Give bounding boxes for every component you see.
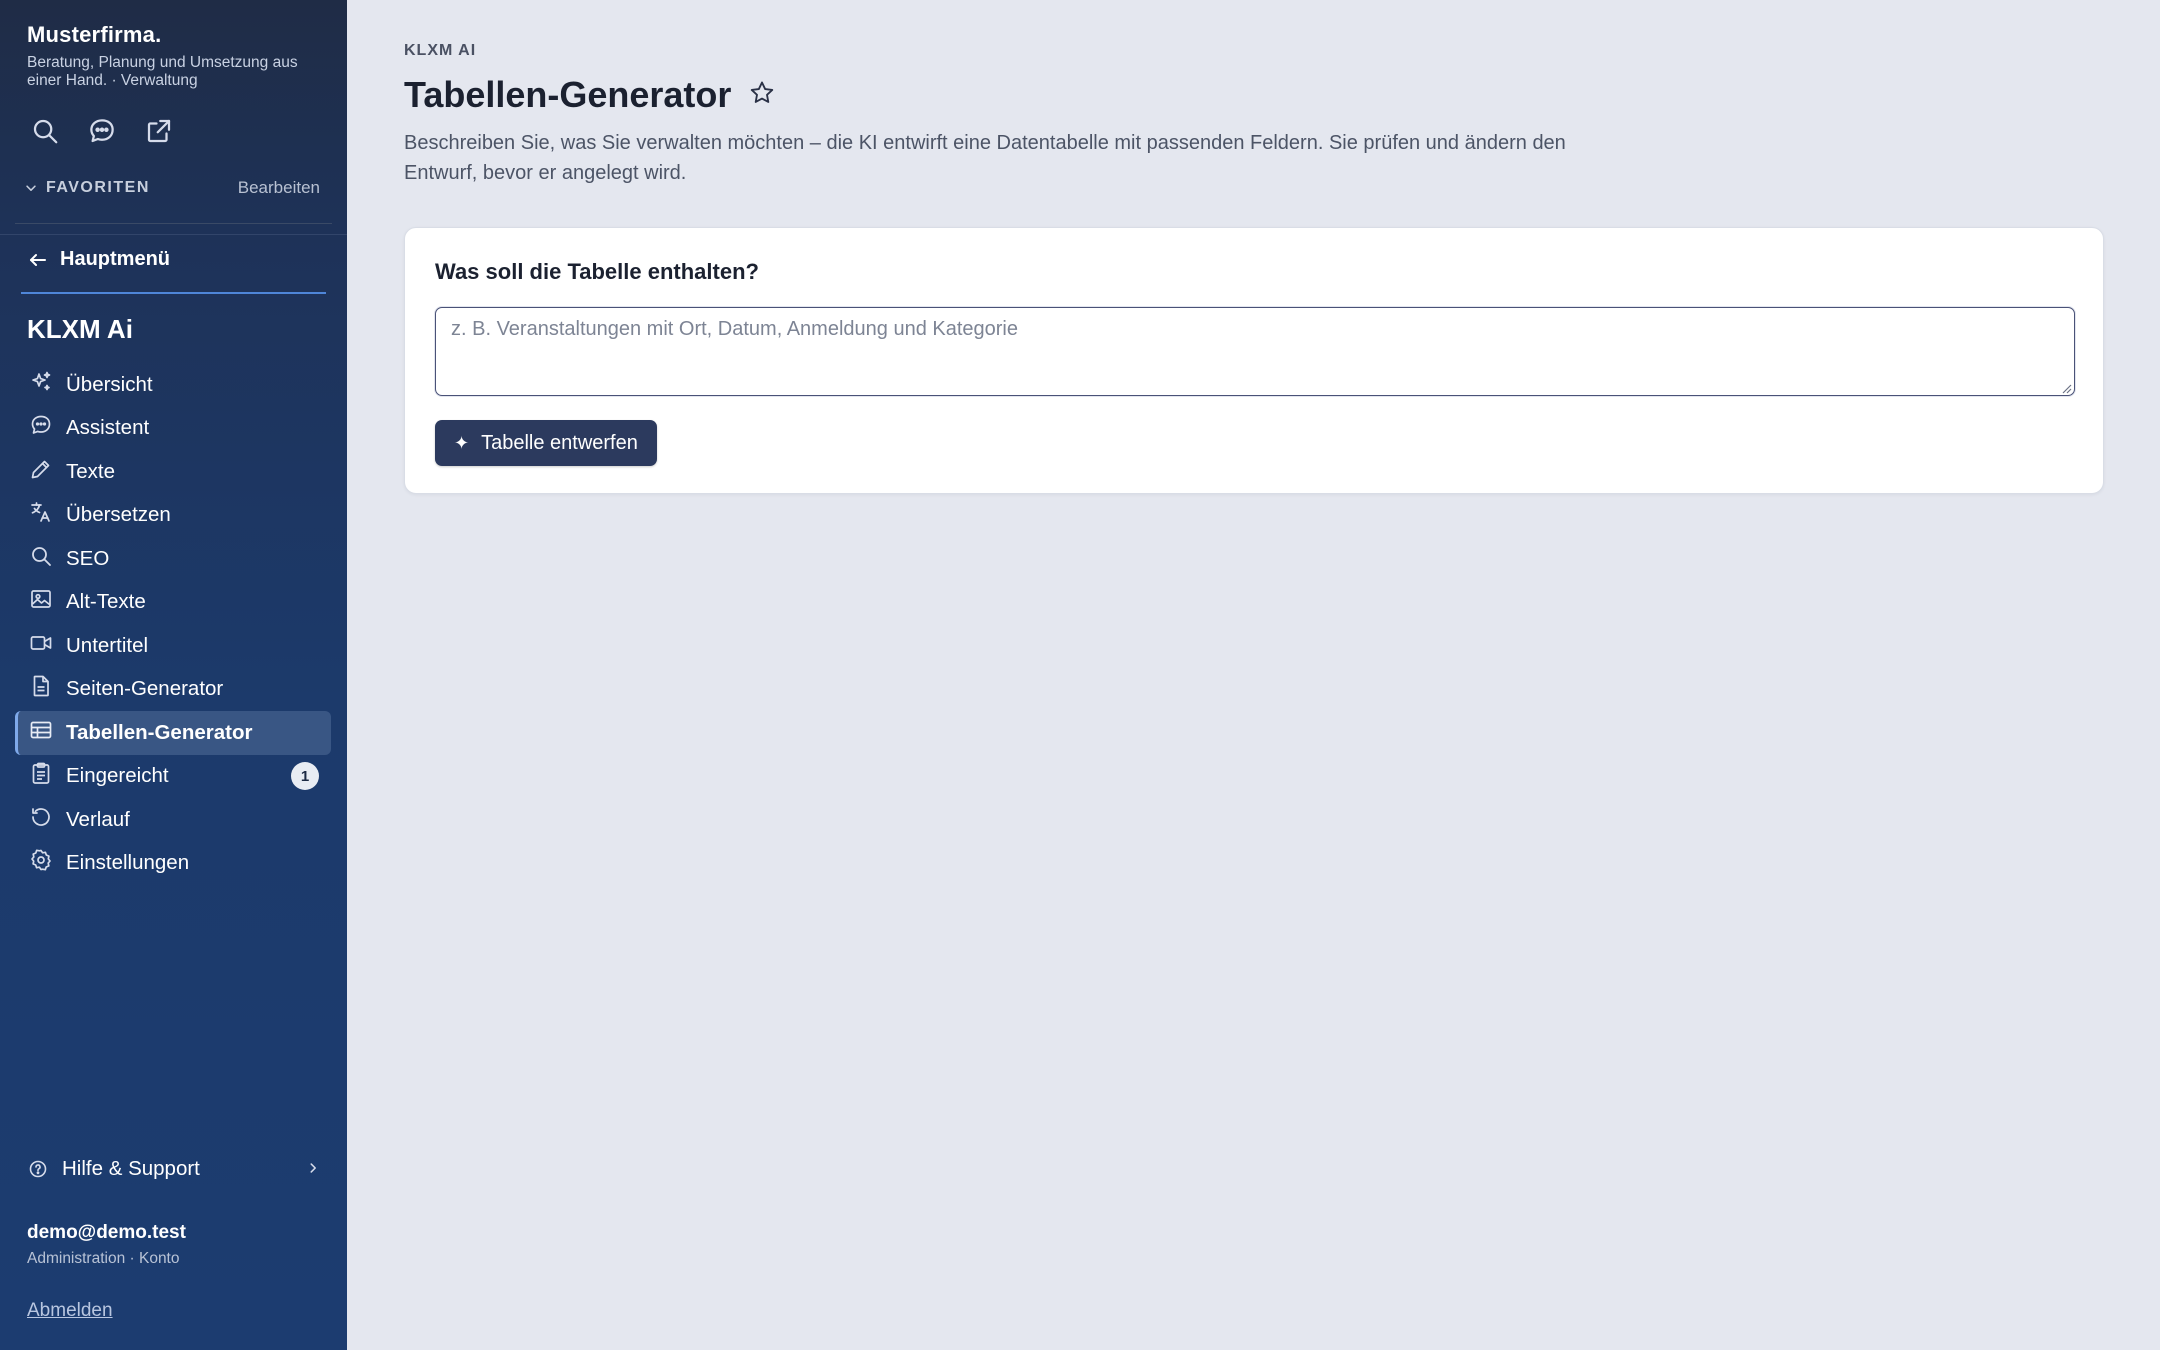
section-title: KLXM Ai bbox=[27, 314, 133, 344]
sidebar-item-uebersicht[interactable]: Übersicht bbox=[15, 363, 331, 407]
sidebar-item-label: Übersetzen bbox=[66, 503, 171, 527]
sidebar-item-label: Untertitel bbox=[66, 633, 149, 657]
translate-icon bbox=[28, 499, 54, 525]
image-icon bbox=[28, 586, 54, 612]
sidebar-item-label: Texte bbox=[66, 459, 115, 483]
sidebar-item-seo[interactable]: SEO bbox=[15, 537, 331, 581]
sidebar-item-label: Eingereicht bbox=[66, 764, 169, 788]
sidebar: Musterfirma. Beratung, Planung und Umset… bbox=[0, 0, 347, 1350]
resize-handle-icon[interactable] bbox=[2061, 383, 2072, 394]
sparkle-icon: ✦ bbox=[454, 432, 470, 453]
divider bbox=[15, 223, 332, 224]
search-icon[interactable] bbox=[30, 116, 60, 146]
sidebar-item-alt-texte[interactable]: Alt-Texte bbox=[15, 581, 331, 625]
sidebar-item-label: Alt-Texte bbox=[66, 590, 146, 614]
back-label: Hauptmenü bbox=[60, 248, 170, 270]
sidebar-item-tabellen-generator[interactable]: Tabellen-Generator bbox=[15, 711, 331, 755]
sidebar-item-label: Tabellen-Generator bbox=[66, 720, 253, 744]
user-email: demo@demo.test bbox=[27, 1222, 186, 1243]
sparkles-icon bbox=[28, 369, 54, 395]
back-underline bbox=[21, 292, 326, 294]
brand-subtitle: Beratung, Planung und Umsetzung aus eine… bbox=[27, 54, 298, 89]
external-link-icon[interactable] bbox=[144, 116, 174, 146]
generator-card: Was soll die Tabelle enthalten? ✦ Tabell… bbox=[404, 227, 2104, 494]
generate-button-label: Tabelle entwerfen bbox=[481, 431, 638, 454]
back-to-main-menu[interactable]: Hauptmenü bbox=[28, 248, 170, 271]
arrow-left-icon bbox=[30, 253, 46, 266]
favorites-header: FAVORITEN Bearbeiten bbox=[24, 178, 320, 198]
pencil-icon bbox=[28, 456, 54, 482]
generate-table-button[interactable]: ✦ Tabelle entwerfen bbox=[435, 420, 657, 466]
brand: Musterfirma. Beratung, Planung und Umset… bbox=[27, 22, 327, 90]
logout-link[interactable]: Abmelden bbox=[27, 1300, 113, 1322]
sidebar-item-label: Verlauf bbox=[66, 807, 130, 831]
help-support-link[interactable]: Hilfe & Support bbox=[28, 1157, 320, 1181]
sidebar-item-einstellungen[interactable]: Einstellungen bbox=[15, 842, 331, 886]
brand-name[interactable]: Musterfirma. bbox=[27, 22, 327, 48]
title-row: Tabellen-Generator bbox=[404, 74, 776, 116]
favorites-toggle[interactable]: FAVORITEN bbox=[24, 179, 150, 197]
chat-icon[interactable] bbox=[87, 116, 117, 146]
count-badge: 1 bbox=[291, 762, 319, 791]
sidebar-item-assistent[interactable]: Assistent bbox=[15, 407, 331, 451]
chevron-down-icon bbox=[26, 185, 36, 191]
sidebar-item-texte[interactable]: Texte bbox=[15, 450, 331, 494]
table-icon bbox=[28, 717, 54, 743]
help-icon bbox=[29, 1160, 47, 1178]
sidebar-item-label: Übersicht bbox=[66, 372, 153, 396]
prompt-label: Was soll die Tabelle enthalten? bbox=[435, 259, 759, 284]
sidebar-nav: Übersicht Assistent Texte Übersetzen SEO… bbox=[15, 363, 331, 885]
sidebar-item-label: Seiten-Generator bbox=[66, 677, 224, 701]
history-icon bbox=[28, 804, 54, 830]
clipboard-icon bbox=[28, 760, 54, 786]
favorites-edit-link[interactable]: Bearbeiten bbox=[238, 178, 320, 198]
sidebar-item-label: Einstellungen bbox=[66, 851, 190, 875]
chevron-right-icon bbox=[306, 1157, 320, 1181]
page-title: Tabellen-Generator bbox=[404, 74, 732, 115]
sidebar-item-uebersetzen[interactable]: Übersetzen bbox=[15, 494, 331, 538]
user-role: Administration · Konto bbox=[27, 1250, 180, 1267]
video-icon bbox=[28, 630, 54, 656]
document-icon bbox=[28, 673, 54, 699]
sidebar-item-seiten-generator[interactable]: Seiten-Generator bbox=[15, 668, 331, 712]
chat-bubble-icon bbox=[28, 412, 54, 438]
sidebar-item-untertitel[interactable]: Untertitel bbox=[15, 624, 331, 668]
divider bbox=[0, 234, 347, 235]
star-icon[interactable] bbox=[748, 79, 776, 112]
table-description-input[interactable] bbox=[435, 307, 2075, 396]
sidebar-item-label: SEO bbox=[66, 546, 110, 570]
gear-icon bbox=[28, 847, 54, 873]
sidebar-toolbar bbox=[30, 116, 174, 146]
favorites-label: FAVORITEN bbox=[46, 179, 150, 196]
magnifier-icon bbox=[28, 543, 54, 569]
sidebar-item-verlauf[interactable]: Verlauf bbox=[15, 798, 331, 842]
page-description: Beschreiben Sie, was Sie verwalten möcht… bbox=[404, 132, 1566, 184]
breadcrumb: KLXM AI bbox=[404, 42, 477, 59]
sidebar-item-eingereicht[interactable]: Eingereicht 1 bbox=[15, 755, 331, 799]
sidebar-item-label: Assistent bbox=[66, 416, 150, 440]
help-label: Hilfe & Support bbox=[62, 1157, 200, 1180]
